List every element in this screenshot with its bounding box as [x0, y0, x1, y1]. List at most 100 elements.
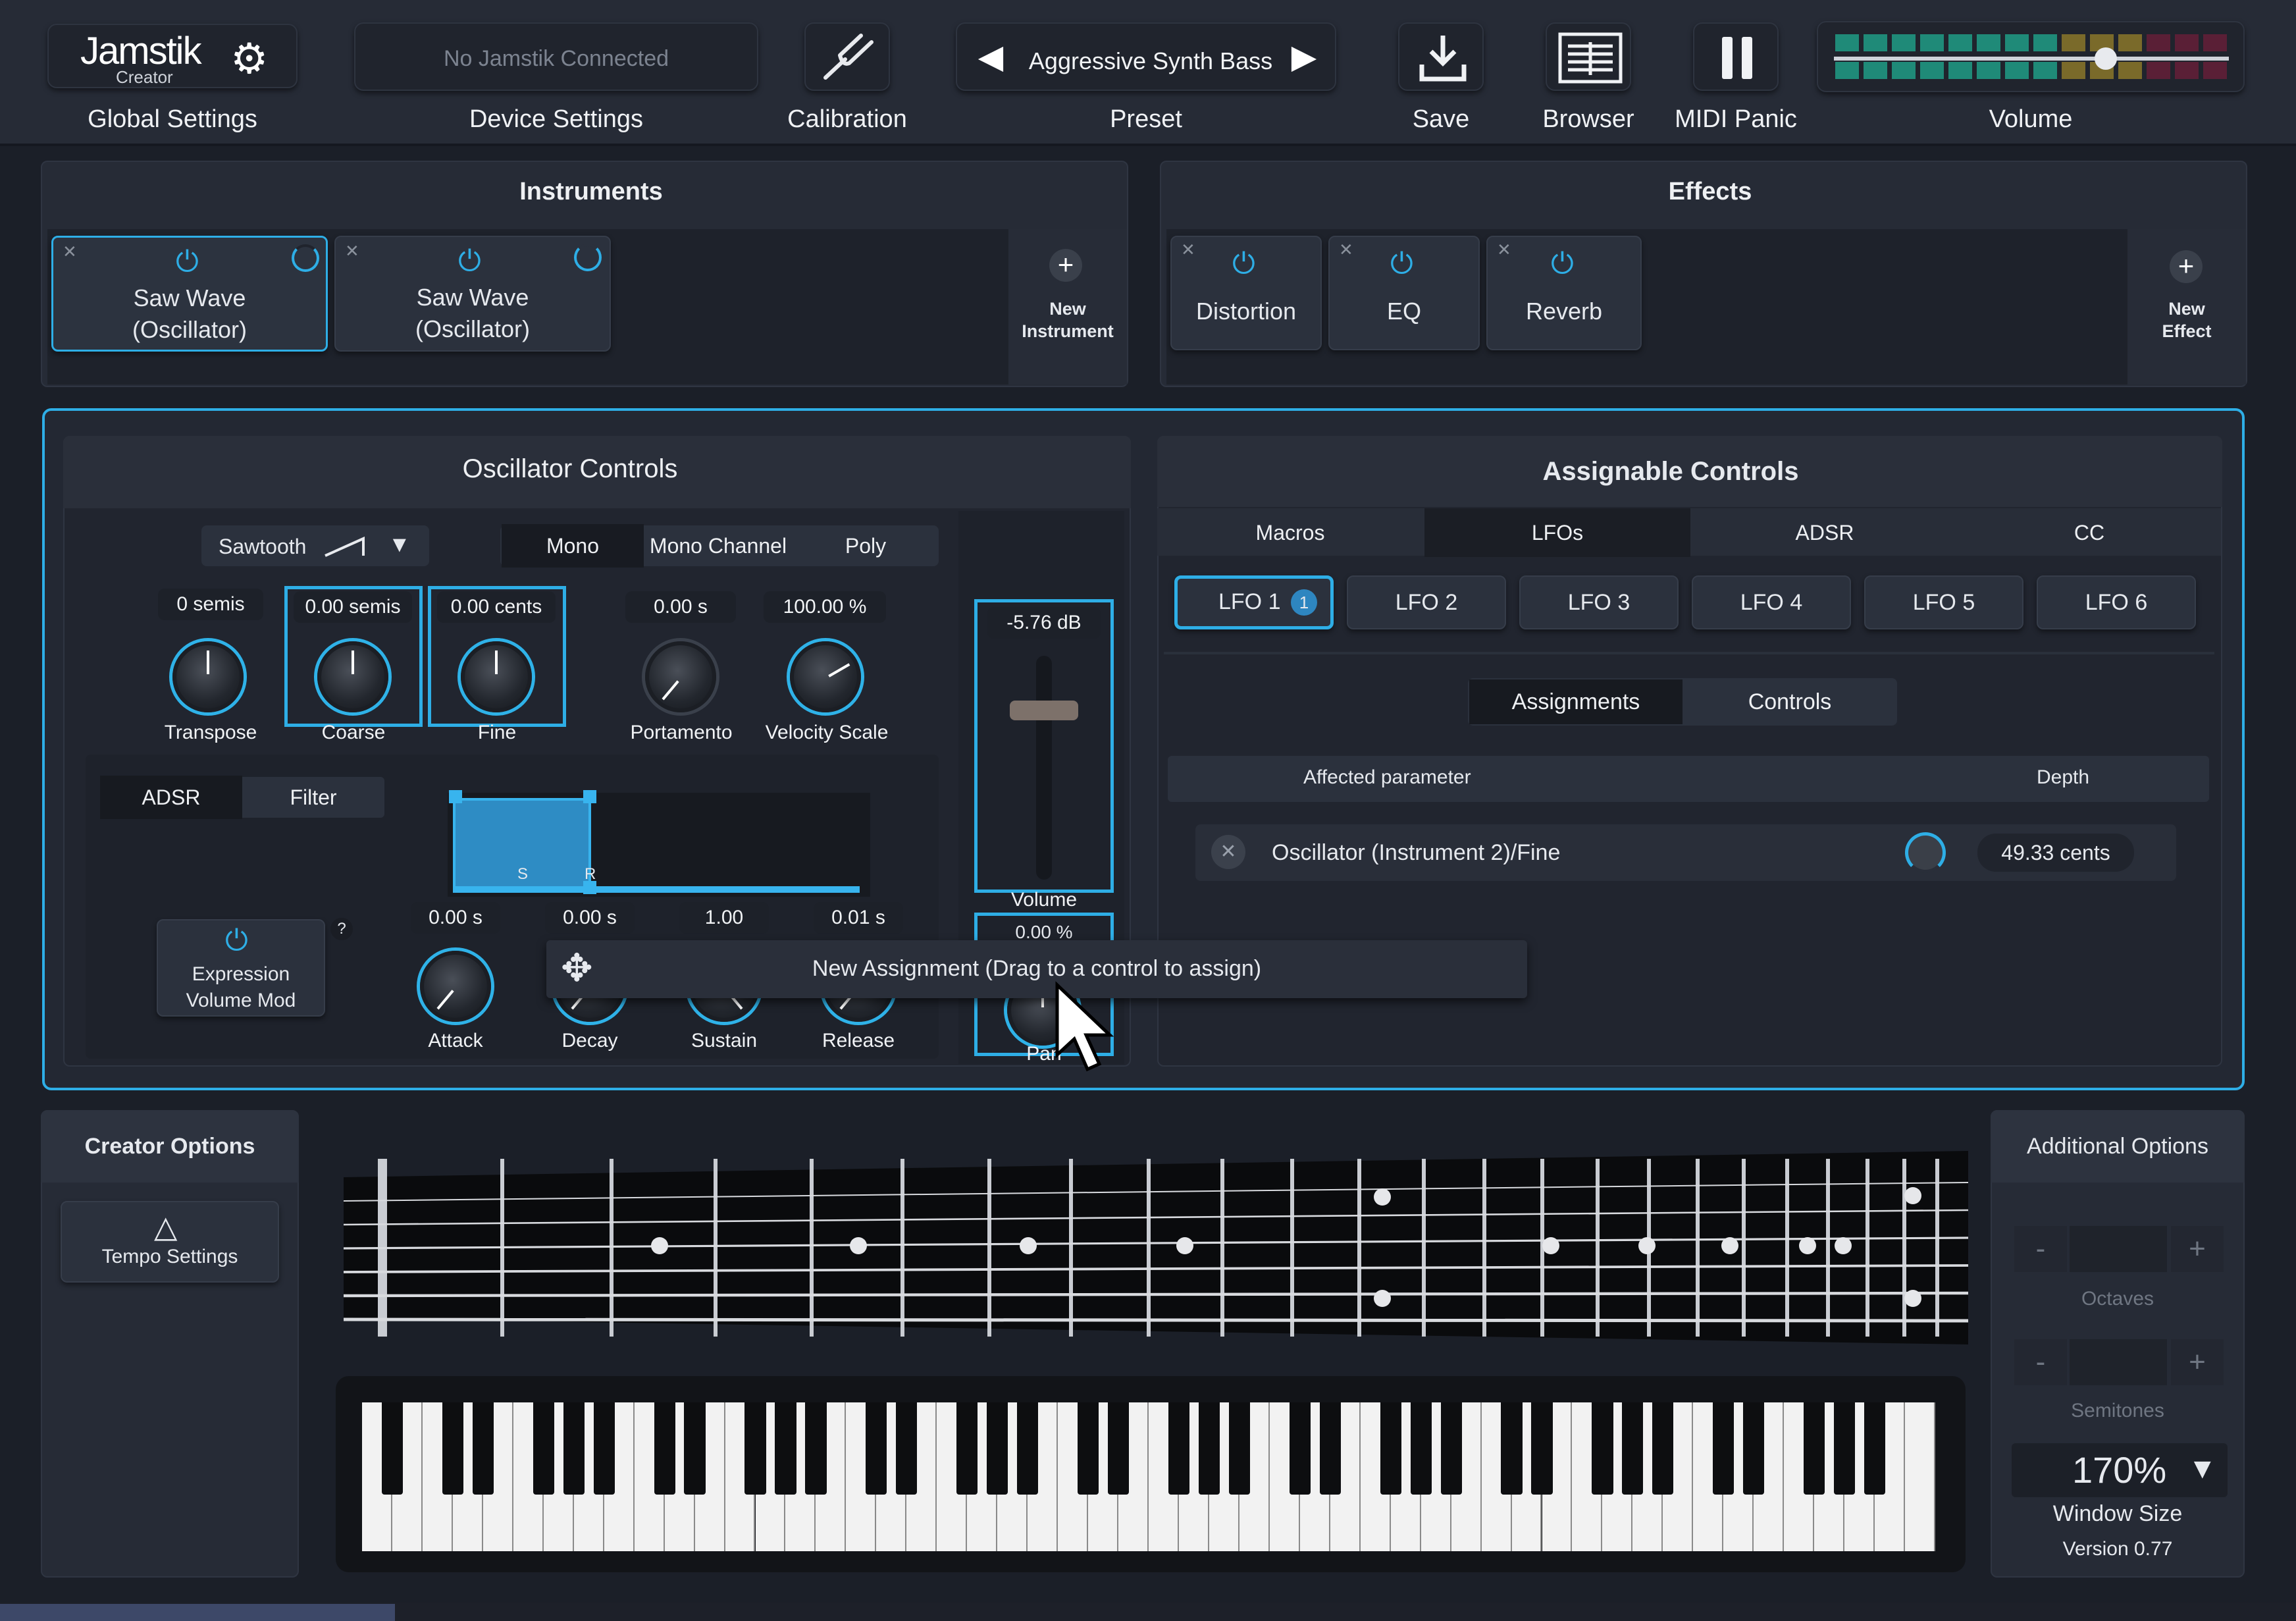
- piano-black-key[interactable]: [744, 1402, 766, 1495]
- piano-black-key[interactable]: [1410, 1402, 1432, 1495]
- volume-fader-handle[interactable]: [1010, 701, 1078, 720]
- volume-slider-handle[interactable]: [2094, 47, 2117, 70]
- volume-fader-track[interactable]: [1036, 656, 1052, 880]
- mode-mono-channel[interactable]: Mono Channel: [645, 524, 791, 568]
- envelope-handle[interactable]: [583, 790, 596, 803]
- remove-icon[interactable]: ✕: [1497, 240, 1511, 260]
- tab-filter[interactable]: Filter: [244, 776, 383, 819]
- piano-black-key[interactable]: [1168, 1402, 1190, 1495]
- depth-knob[interactable]: [1905, 832, 1946, 873]
- piano-black-key[interactable]: [1713, 1402, 1735, 1495]
- tab-controls[interactable]: Controls: [1684, 679, 1896, 724]
- remove-icon[interactable]: ✕: [1181, 240, 1195, 260]
- tab-assignments[interactable]: Assignments: [1469, 679, 1683, 724]
- transpose-knob[interactable]: [172, 641, 244, 712]
- waveform-dropdown[interactable]: Sawtooth ▼: [201, 525, 429, 566]
- piano-black-key[interactable]: [1198, 1402, 1220, 1495]
- portamento-knob[interactable]: [645, 641, 716, 712]
- tab-cc[interactable]: CC: [1958, 511, 2221, 554]
- tab-adsr-assign[interactable]: ADSR: [1692, 511, 1958, 554]
- piano-white-key[interactable]: [1905, 1402, 1935, 1551]
- lfo-3-button[interactable]: LFO 3: [1519, 575, 1679, 629]
- piano-black-key[interactable]: [866, 1402, 887, 1495]
- piano-black-key[interactable]: [533, 1402, 554, 1495]
- power-icon[interactable]: ⏻: [458, 245, 481, 278]
- power-icon[interactable]: ⏻: [1232, 248, 1255, 280]
- piano-black-key[interactable]: [1743, 1402, 1765, 1495]
- piano-keys[interactable]: [362, 1402, 1935, 1551]
- remove-icon[interactable]: ✕: [1339, 240, 1353, 260]
- power-icon[interactable]: ⏻: [1390, 248, 1413, 280]
- remove-assignment-icon[interactable]: ✕: [1211, 835, 1245, 869]
- save-button[interactable]: [1398, 22, 1484, 91]
- mode-poly[interactable]: Poly: [794, 524, 937, 568]
- piano-black-key[interactable]: [775, 1402, 796, 1495]
- lfo-2-button[interactable]: LFO 2: [1347, 575, 1506, 629]
- tab-macros[interactable]: Macros: [1157, 511, 1423, 554]
- piano-black-key[interactable]: [472, 1402, 494, 1495]
- depth-value[interactable]: 49.33 cents: [1977, 834, 2134, 872]
- piano-black-key[interactable]: [1501, 1402, 1523, 1495]
- piano-black-key[interactable]: [1622, 1402, 1644, 1495]
- piano-black-key[interactable]: [1228, 1402, 1250, 1495]
- preset-name[interactable]: Aggressive Synth Bass: [1019, 47, 1282, 75]
- effect-slot-distortion[interactable]: ✕ ⏻ Distortion: [1170, 236, 1322, 350]
- volume-slider-track[interactable]: [1834, 57, 2229, 61]
- mode-mono[interactable]: Mono: [502, 524, 644, 568]
- piano-black-key[interactable]: [381, 1402, 404, 1495]
- power-icon[interactable]: ⏻: [1551, 248, 1574, 280]
- piano-black-key[interactable]: [563, 1402, 585, 1495]
- velocity-scale-knob[interactable]: [790, 641, 861, 712]
- fretboard[interactable]: [336, 1146, 1988, 1350]
- instrument-slot-1[interactable]: ✕ ⏻ Saw Wave (Oscillator): [51, 236, 328, 352]
- piano-black-key[interactable]: [1319, 1402, 1341, 1495]
- piano-black-key[interactable]: [1804, 1402, 1825, 1495]
- piano-black-key[interactable]: [956, 1402, 978, 1495]
- piano-black-key[interactable]: [896, 1402, 918, 1495]
- piano-black-key[interactable]: [684, 1402, 706, 1495]
- browser-button[interactable]: [1546, 22, 1631, 91]
- piano-black-key[interactable]: [1652, 1402, 1674, 1495]
- piano-black-key[interactable]: [805, 1402, 827, 1495]
- midi-panic-button[interactable]: [1693, 22, 1779, 91]
- envelope-handle[interactable]: [449, 790, 462, 803]
- semitone-value-field[interactable]: [2070, 1339, 2167, 1385]
- device-status-display[interactable]: No Jamstik Connected: [354, 22, 758, 91]
- piano-black-key[interactable]: [1834, 1402, 1856, 1495]
- lfo-6-button[interactable]: LFO 6: [2037, 575, 2196, 629]
- tempo-settings-button[interactable]: △ Tempo Settings: [61, 1201, 279, 1283]
- piano-black-key[interactable]: [1107, 1402, 1130, 1495]
- remove-icon[interactable]: ✕: [63, 242, 77, 262]
- effect-slot-reverb[interactable]: ✕ ⏻ Reverb: [1486, 236, 1642, 350]
- help-icon[interactable]: ?: [330, 918, 353, 940]
- piano-black-key[interactable]: [1531, 1402, 1553, 1495]
- octave-decrement-button[interactable]: -: [2014, 1226, 2067, 1272]
- new-effect-button[interactable]: + New Effect: [2127, 229, 2246, 385]
- octave-increment-button[interactable]: +: [2171, 1226, 2224, 1272]
- piano-black-key[interactable]: [1440, 1402, 1462, 1495]
- tab-adsr[interactable]: ADSR: [100, 776, 242, 819]
- piano-black-key[interactable]: [1380, 1402, 1401, 1495]
- expression-volume-mod-button[interactable]: ⏻ Expression Volume Mod: [157, 919, 325, 1017]
- piano-black-key[interactable]: [1864, 1402, 1886, 1495]
- piano-black-key[interactable]: [1077, 1402, 1099, 1495]
- attack-knob[interactable]: [420, 951, 491, 1022]
- new-assignment-drag-handle[interactable]: ✥ New Assignment (Drag to a control to a…: [546, 940, 1527, 998]
- piano-black-key[interactable]: [1017, 1402, 1039, 1495]
- knob-icon[interactable]: [574, 244, 602, 271]
- calibration-button[interactable]: [804, 22, 890, 91]
- lfo-1-button[interactable]: LFO 1 1: [1174, 575, 1334, 629]
- knob-icon[interactable]: [292, 244, 319, 272]
- new-instrument-button[interactable]: + New Instrument: [1008, 229, 1127, 385]
- instrument-slot-2[interactable]: ✕ ⏻ Saw Wave (Oscillator): [334, 236, 611, 352]
- coarse-knob[interactable]: [317, 641, 388, 712]
- piano-black-key[interactable]: [442, 1402, 463, 1495]
- tab-lfos[interactable]: LFOs: [1424, 508, 1690, 557]
- semitone-decrement-button[interactable]: -: [2014, 1339, 2067, 1385]
- octave-value-field[interactable]: [2070, 1226, 2167, 1272]
- piano-black-key[interactable]: [654, 1402, 675, 1495]
- scrollbar-thumb[interactable]: [0, 1604, 395, 1621]
- semitone-increment-button[interactable]: +: [2171, 1339, 2224, 1385]
- effect-slot-eq[interactable]: ✕ ⏻ EQ: [1328, 236, 1480, 350]
- piano-black-key[interactable]: [1592, 1402, 1613, 1495]
